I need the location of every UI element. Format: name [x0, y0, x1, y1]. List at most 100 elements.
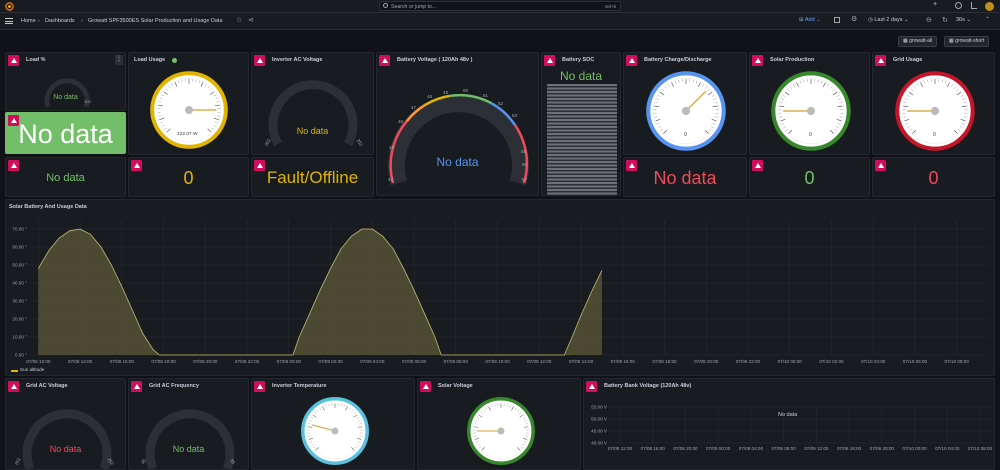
panel-load-usage[interactable]: Load Usage 122.07 W [128, 52, 249, 155]
error-icon[interactable] [875, 55, 886, 66]
error-icon[interactable] [379, 55, 390, 66]
x-tick-label: 07/09 16:00 [611, 359, 636, 364]
panel-grid-usage[interactable]: Grid Usage 0 [872, 52, 995, 155]
load-percent-gauge [44, 78, 90, 108]
search-input[interactable]: Search or jump to... ctrl+k [379, 1, 621, 11]
time-range-picker[interactable]: ◷ Last 2 days ⌄ [868, 17, 909, 23]
panel-stat-c[interactable]: Fault/Offline [251, 157, 374, 197]
y-tick-label: 50.00 V [591, 417, 608, 422]
panel-inverter-ac-voltage[interactable]: Inverter AC Voltage No data 202 252 [251, 52, 374, 155]
x-tick-label: 07/08 20:00 [193, 359, 218, 364]
zoom-out-icon[interactable]: ⊖ [926, 16, 932, 24]
panel-solar-battery-usage[interactable]: Solar Battery And Usage Data 0.00 ° 10.00… [5, 199, 995, 376]
error-icon[interactable] [752, 55, 763, 66]
x-tick-label: 07/09 18:00 [652, 359, 677, 364]
grid-usage-value: 0 [933, 132, 936, 138]
panel-title: Battery SOC [562, 57, 595, 63]
x-tick-label: 07/10 00:00 [778, 359, 803, 364]
breadcrumb-home[interactable]: Home [21, 18, 36, 24]
x-tick-label: 07/10 08:00 [945, 359, 970, 364]
battery-charge-gauge [646, 71, 726, 151]
panel-load-percent[interactable]: Load % ⋮ No data 100 [5, 52, 126, 111]
battery-voltage-gauge [388, 93, 529, 186]
gauge-max-label: 100 [84, 99, 91, 104]
panel-title: Grid AC Voltage [26, 383, 68, 389]
legend-sun-altitude[interactable]: Sun altitude [20, 367, 44, 372]
panel-stat-e[interactable]: 0 [749, 157, 870, 197]
y-tick-label: 40.00 V [591, 441, 608, 446]
x-tick-label: 07/10 00:00 [902, 446, 927, 451]
add-button[interactable]: ⊞ Add ⌄ [796, 15, 824, 26]
panel-stat-a[interactable]: No data [5, 157, 126, 197]
y-tick-label: 40.00 ° [12, 281, 27, 286]
tick-46: 46 [398, 119, 404, 124]
panel-battery-charge-discharge[interactable]: Battery Charge/Discharge 0 [623, 52, 747, 155]
search-icon [383, 3, 388, 8]
series-area-sun-altitude [38, 229, 602, 355]
save-icon[interactable] [834, 17, 840, 23]
link-growatt-all[interactable]: ▦ growatt-all [898, 36, 938, 47]
panel-stat-d[interactable]: No data [623, 157, 747, 197]
status-dot [172, 58, 177, 63]
panel-battery-bank-voltage[interactable]: Battery Bank Voltage (120Ah 48v) 40.00 V… [583, 378, 995, 470]
y-tick-label: 20.00 ° [12, 317, 27, 322]
x-tick-label: 07/10 08:00 [968, 446, 993, 451]
error-icon[interactable] [626, 55, 637, 66]
gauge-hub [331, 427, 339, 435]
link-growatt-short[interactable]: ▦ growatt-short [944, 36, 990, 47]
error-icon[interactable] [131, 381, 142, 392]
refresh-interval-picker[interactable]: 30s ⌄ [956, 17, 971, 23]
star-icon[interactable]: ☆ [236, 16, 242, 24]
y-tick-label: 55.00 V [591, 405, 608, 410]
settings-icon[interactable]: ⚙ [851, 15, 857, 23]
tick-50: 50 [463, 88, 469, 93]
gauge-hub [806, 106, 816, 116]
avatar[interactable] [985, 2, 994, 11]
inverter-ac-voltage-value: No data [296, 126, 329, 136]
x-tick-label: 07/08 14:00 [68, 359, 93, 364]
panel-solar-production[interactable]: Solar Production 0 [749, 52, 870, 155]
gauge-hub [185, 106, 193, 114]
panel-inverter-temperature[interactable]: Inverter Temperature [251, 378, 415, 470]
error-icon[interactable] [420, 381, 431, 392]
x-tick-label: 07/08 18:00 [151, 359, 176, 364]
x-tick-label: 07/08 20:00 [673, 446, 698, 451]
panel-battery-voltage[interactable]: Battery Voltage ( 120Ah 48v ) No data 43… [376, 52, 539, 196]
menu-icon[interactable] [5, 18, 13, 24]
grid-ac-voltage-gauge [22, 409, 112, 469]
panel-solar-voltage[interactable]: Solar Voltage [417, 378, 581, 470]
x-tick-label: 07/09 10:00 [485, 359, 510, 364]
refresh-icon[interactable]: ↻ [942, 16, 948, 24]
error-icon[interactable] [544, 55, 555, 66]
x-tick-label: 07/09 04:00 [739, 446, 764, 451]
panel-title: Solar Voltage [438, 383, 473, 389]
battery-charge-value: 0 [684, 132, 687, 138]
panel-title: Battery Voltage ( 120Ah 48v ) [397, 57, 473, 63]
battery-bank-voltage-chart: 40.00 V 45.00 V 50.00 V 55.00 V 07/08 12:00 0… [591, 405, 993, 452]
error-icon[interactable] [8, 160, 19, 171]
collapse-icon[interactable]: ⌃ [985, 16, 990, 23]
stat-b-value: 0 [183, 168, 194, 188]
error-icon[interactable] [8, 381, 19, 392]
grafana-logo-icon[interactable] [5, 2, 14, 11]
share-icon[interactable]: ⋖ [248, 16, 254, 24]
panel-stat-f[interactable]: 0 [872, 157, 995, 197]
gauge-hub [930, 106, 940, 116]
error-icon[interactable] [254, 381, 265, 392]
news-icon[interactable] [971, 2, 977, 9]
plus-icon[interactable]: + [933, 1, 937, 8]
panel-menu-icon[interactable]: ⋮ [115, 55, 123, 65]
panel-grid-ac-voltage[interactable]: Grid AC Voltage No data 202 252 [5, 378, 126, 470]
tick-48: 48 [427, 94, 433, 99]
breadcrumb-dashboards[interactable]: Dashboards [45, 18, 75, 24]
panel-load-percent-stat[interactable]: No data [5, 112, 126, 154]
tick-51: 51 [483, 93, 489, 98]
help-icon[interactable] [955, 2, 962, 9]
panel-battery-soc[interactable]: Battery SOC No data [541, 52, 621, 196]
x-tick-label: 07/08 12:00 [26, 359, 51, 364]
grid-ac-voltage-value: No data [49, 444, 82, 454]
panel-stat-b[interactable]: 0 [128, 157, 249, 197]
error-icon[interactable] [254, 55, 265, 66]
panel-grid-ac-frequency[interactable]: Grid AC Frequency No data 45 55 [128, 378, 249, 470]
error-icon[interactable] [8, 55, 19, 66]
